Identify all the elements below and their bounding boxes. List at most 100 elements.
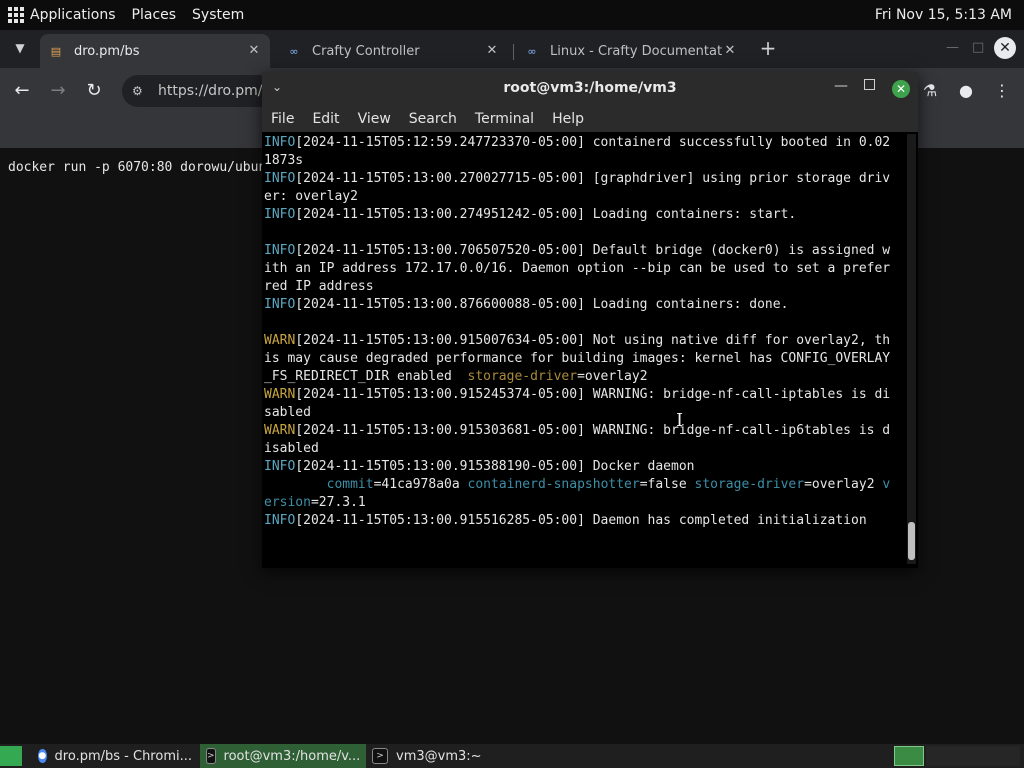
menu-terminal[interactable]: Terminal <box>466 111 543 127</box>
terminal-text-segment: sabled <box>264 405 311 420</box>
tab-separator <box>513 44 514 60</box>
task-root-terminal[interactable]: > root@vm3:/home/v... <box>200 744 366 768</box>
task-chromium[interactable]: ● dro.pm/bs - Chromi... <box>32 744 198 768</box>
terminal-line: commit=41ca978a0a containerd-snapshotter… <box>264 476 904 494</box>
chromium-icon: ● <box>38 749 47 763</box>
terminal-line: ith an IP address 172.17.0.0/16. Daemon … <box>264 260 904 278</box>
terminal-minimize-icon[interactable]: — <box>834 78 848 94</box>
task-label: root@vm3:/home/v... <box>223 748 361 764</box>
terminal-line: WARN[2024-11-15T05:13:00.915303681-05:00… <box>264 422 904 440</box>
new-tab-plus-icon[interactable]: + <box>758 38 778 58</box>
tab-close-icon[interactable]: ✕ <box>722 43 738 59</box>
terminal-text-segment: [2024-11-15T05:13:00.876600088-05:00] Lo… <box>295 297 789 312</box>
terminal-text-segment: [2024-11-15T05:13:00.915245374-05:00] WA… <box>295 387 891 402</box>
show-desktop-button[interactable] <box>0 746 22 766</box>
terminal-text-segment: [2024-11-15T05:13:00.915303681-05:00] WA… <box>295 423 891 438</box>
clock[interactable]: Fri Nov 15, 5:13 AM <box>875 0 1012 30</box>
terminal-text-segment: [2024-11-15T05:13:00.270027715-05:00] [g… <box>295 171 891 186</box>
terminal-icon: > <box>206 748 216 764</box>
reload-icon[interactable]: ↻ <box>82 79 106 103</box>
terminal-maximize-icon[interactable] <box>864 79 875 90</box>
places-menu[interactable]: Places <box>124 0 185 30</box>
terminal-window[interactable]: ⌄ root@vm3:/home/vm3 — ✕ File Edit View … <box>262 72 918 568</box>
page-command-text[interactable]: docker run -p 6070:80 dorowu/ubun <box>8 160 266 175</box>
applications-label: Applications <box>30 7 116 23</box>
terminal-text-segment: isabled <box>264 441 319 456</box>
terminal-key-segment: ersion <box>264 495 311 510</box>
menu-edit[interactable]: Edit <box>303 111 348 127</box>
terminal-key-segment: commit <box>326 477 374 492</box>
workspace-switcher-2[interactable] <box>926 746 1020 766</box>
menu-kebab-icon[interactable]: ⋮ <box>990 79 1014 103</box>
terminal-warn-segment: WARN <box>264 423 296 438</box>
terminal-info-segment: INFO <box>264 135 296 150</box>
menu-view[interactable]: View <box>349 111 400 127</box>
terminal-text-segment: [2024-11-15T05:13:00.915516285-05:00] Da… <box>295 513 867 528</box>
tab-strip: ▼ ▤ dro.pm/bs ✕ ∞ Crafty Controller ✕ ∞ … <box>0 30 1024 68</box>
menu-help[interactable]: Help <box>543 111 593 127</box>
terminal-key-segment: v <box>882 477 891 492</box>
bottom-taskbar: ● dro.pm/bs - Chromi... > root@vm3:/home… <box>0 744 1024 768</box>
tab-crafty-docs[interactable]: ∞ Linux - Crafty Documentation ✕ <box>516 34 746 68</box>
terminal-text-segment: =27.3.1 <box>310 495 366 510</box>
site-info-icon[interactable]: ⚙ <box>132 84 148 98</box>
terminal-line: red IP address <box>264 278 904 296</box>
menu-search[interactable]: Search <box>400 111 466 127</box>
terminal-text-segment: [2024-11-15T05:13:00.706507520-05:00] De… <box>295 243 891 258</box>
terminal-text-segment: =false <box>639 477 695 492</box>
terminal-text-segment: =41ca978a0a <box>373 477 468 492</box>
terminal-text-segment: 1873s <box>264 153 304 168</box>
terminal-text-segment: =overlay2 <box>804 477 883 492</box>
terminal-info-segment: INFO <box>264 243 296 258</box>
terminal-scrollbar[interactable] <box>907 134 916 564</box>
terminal-warn-segment: WARN <box>264 387 296 402</box>
terminal-line: er: overlay2 <box>264 188 904 206</box>
terminal-text-segment: [2024-11-15T05:13:00.915388190-05:00] Do… <box>295 459 695 474</box>
terminal-info-segment: INFO <box>264 207 296 222</box>
back-arrow-icon[interactable]: ← <box>10 79 34 103</box>
terminal-titlebar[interactable]: ⌄ root@vm3:/home/vm3 — ✕ <box>262 72 918 106</box>
terminal-info-segment: INFO <box>264 171 296 186</box>
terminal-key-segment: storage-driver <box>694 477 805 492</box>
forward-arrow-icon[interactable]: → <box>46 79 70 103</box>
terminal-line: isabled <box>264 440 904 458</box>
tab-title: dro.pm/bs <box>74 43 140 59</box>
window-close-icon[interactable]: ✕ <box>994 37 1016 59</box>
workspace-switcher-1[interactable] <box>894 746 924 766</box>
tab-close-icon[interactable]: ✕ <box>246 43 262 59</box>
terminal-icon: > <box>372 748 388 764</box>
terminal-title: root@vm3:/home/vm3 <box>503 80 677 96</box>
terminal-text-segment: red IP address <box>264 279 374 294</box>
terminal-line: is may cause degraded performance for bu… <box>264 350 904 368</box>
terminal-text-segment: _FS_REDIRECT_DIR enabled <box>264 369 468 384</box>
task-vm3-terminal[interactable]: > vm3@vm3:~ <box>366 744 516 768</box>
terminal-menubar: File Edit View Search Terminal Help <box>262 106 918 132</box>
terminal-line: WARN[2024-11-15T05:13:00.915007634-05:00… <box>264 332 904 350</box>
profile-avatar-icon[interactable]: ● <box>954 79 978 103</box>
terminal-output[interactable]: INFO[2024-11-15T05:12:59.247723370-05:00… <box>264 134 904 564</box>
scrollbar-thumb[interactable] <box>908 522 915 560</box>
tab-close-icon[interactable]: ✕ <box>484 43 500 59</box>
terminal-close-icon[interactable]: ✕ <box>892 80 910 98</box>
maximize-icon[interactable]: □ <box>972 40 984 55</box>
labs-flask-icon[interactable]: ⚗ <box>918 79 942 103</box>
tab-title: Linux - Crafty Documentation <box>550 43 722 59</box>
tab-search-chevron-icon[interactable]: ▼ <box>8 36 32 60</box>
terminal-text-segment: ith an IP address 172.17.0.0/16. Daemon … <box>264 261 891 276</box>
terminal-info-segment: INFO <box>264 459 296 474</box>
tab-dro-pm[interactable]: ▤ dro.pm/bs ✕ <box>40 34 270 68</box>
menu-file[interactable]: File <box>262 111 303 127</box>
tab-crafty-controller[interactable]: ∞ Crafty Controller ✕ <box>278 34 508 68</box>
terminal-line: WARN[2024-11-15T05:13:00.915245374-05:00… <box>264 386 904 404</box>
terminal-line: INFO[2024-11-15T05:13:00.706507520-05:00… <box>264 242 904 260</box>
system-menu[interactable]: System <box>184 0 252 30</box>
minimize-icon[interactable]: — <box>946 40 959 55</box>
applications-menu[interactable]: Applications <box>0 0 124 30</box>
terminal-key-segment: containerd-snapshotter <box>467 477 640 492</box>
terminal-line: INFO[2024-11-15T05:13:00.915388190-05:00… <box>264 458 904 476</box>
task-label: dro.pm/bs - Chromi... <box>54 748 192 764</box>
terminal-line: 1873s <box>264 152 904 170</box>
terminal-text-segment: =overlay2 <box>577 369 648 384</box>
